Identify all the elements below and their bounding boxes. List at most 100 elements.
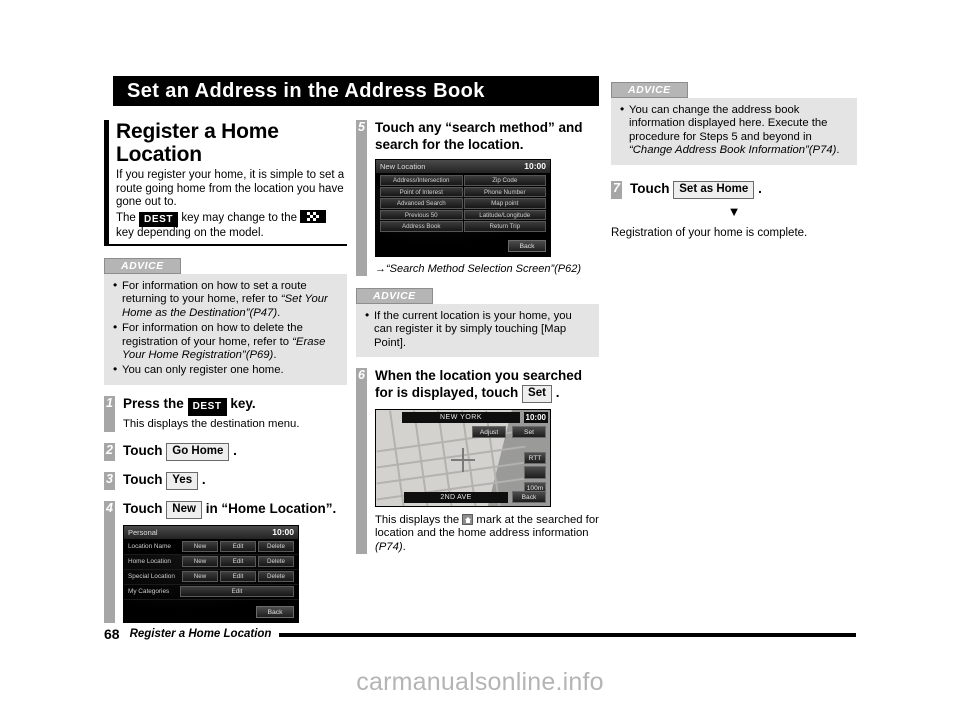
menu-button-previous-50[interactable]: Previous 50 [380,209,463,220]
advice-body: You can change the address book informat… [611,98,857,165]
step-title: When the location you searched for is di… [375,368,599,403]
step-bar [356,368,367,554]
menu-button-zip-code[interactable]: Zip Code [463,175,546,186]
result-text-post: . [402,540,406,553]
advice-item: You can only register one home. [112,363,339,377]
list-item[interactable]: My Categories Edit [124,585,298,600]
page-footer: 68 Register a Home Location [104,624,856,644]
advice-item: You can change the address book informat… [619,103,849,158]
advice-ref: “Change Address Book Information”(P74) [629,144,837,157]
watermark: carmanualsonline.info [356,668,604,696]
home-mark-icon [462,513,474,525]
step-5: 5 Touch any “search method” and search f… [356,120,599,276]
back-button[interactable]: Back [512,490,546,503]
back-button[interactable]: Back [508,240,546,252]
list-item[interactable]: Location Name New Edit Delete [124,540,298,555]
row-label: Home Location [128,558,171,566]
menu-button-map-point[interactable]: Map point [463,198,546,209]
menu-button-address-intersection[interactable]: Address/Intersection [380,175,463,186]
row-edit-button[interactable]: Edit [180,586,294,597]
advice-box-middle: ADVICE If the current location is your h… [356,286,599,358]
new-button[interactable]: New [166,500,202,519]
map-cursor-crosshair [451,447,475,472]
menu-button-address-book[interactable]: Address Book [380,221,463,232]
advice-text-end: . [277,306,281,319]
step-number: 6 [358,368,365,383]
new-location-screenshot: New Location 10:00 Address/Intersection … [375,159,551,257]
menu-button-latitude-longitude[interactable]: Latitude/Longitude [463,209,546,220]
step-subtext: This displays the destination menu. [123,418,300,431]
row-new-button[interactable]: New [182,541,218,552]
intro-mid-text: key may change to the [181,211,298,224]
step-text-post: . [201,471,206,487]
screen-title: Personal [128,527,158,537]
step-1: 1 Press the DEST key. This displays the … [104,395,347,432]
set-button[interactable]: Set [522,384,552,403]
row-new-button[interactable]: New [182,556,218,567]
step-text-pre: Touch [123,500,163,516]
left-column: Register a Home Location If you register… [104,120,347,623]
result-ref: (P74) [375,540,403,553]
advice-body: If the current location is your home, yo… [356,304,599,358]
list-item[interactable]: Home Location New Edit Delete [124,555,298,570]
set-as-home-button[interactable]: Set as Home [673,180,755,199]
flow-arrow-icon: ▼ [727,203,741,219]
advice-item: For information on how to set a route re… [112,279,339,320]
row-edit-button[interactable]: Edit [220,571,256,582]
row-delete-button[interactable]: Delete [258,541,294,552]
section-heading-text: Register a Home Location [116,120,279,166]
intro-tail-text: key depending on the model. [116,227,264,240]
step-text-post: . [233,442,237,458]
menu-button-return-trip[interactable]: Return Trip [463,221,546,232]
advice-tab-label: ADVICE [611,82,688,98]
middle-column: 5 Touch any “search method” and search f… [356,120,599,554]
step-text-pre: Touch [630,180,670,196]
page-title: Set an Address in the Address Book [113,76,599,106]
dest-key-chip[interactable]: DEST [187,397,227,417]
step-title: Touch Set as Home . [630,180,857,199]
advice-box-left: ADVICE For information on how to set a r… [104,256,347,385]
menu-button-point-of-interest[interactable]: Point of Interest [380,186,463,197]
advice-tab-label: ADVICE [356,288,433,304]
advice-text: For information on how to set a route re… [122,279,307,306]
go-home-button[interactable]: Go Home [166,442,230,461]
menu-button-advanced-search[interactable]: Advanced Search [380,198,463,209]
footer-rule [279,633,856,637]
step-number: 3 [106,471,113,486]
step-text-pre: Touch [123,442,163,458]
step-number: 1 [106,395,113,410]
row-edit-button[interactable]: Edit [220,556,256,567]
step-3: 3 Touch Yes . [104,471,347,490]
rtt-button[interactable]: RTT [524,451,546,464]
row-delete-button[interactable]: Delete [258,571,294,582]
step-2: 2 Touch Go Home . [104,442,347,461]
dest-key-chip: DEST [139,211,179,228]
step-result-text: This displays the mark at the searched f… [375,513,599,554]
row-edit-button[interactable]: Edit [220,541,256,552]
intro-the-word: The [116,211,136,224]
page-number: 68 [104,626,120,642]
yes-button[interactable]: Yes [166,471,199,490]
step-text-pre: Touch [123,471,163,487]
back-button[interactable]: Back [256,605,294,618]
row-delete-button[interactable]: Delete [258,556,294,567]
personal-screen-screenshot: Personal 10:00 Location Name New Edit De… [123,524,299,623]
map-set-screenshot: NEW YORK 10:00 Adjust Set RTT 100m 2ND A… [375,408,551,507]
menu-button-phone-number[interactable]: Phone Number [463,186,546,197]
map-street-label: 2ND AVE [404,491,508,503]
map-city-label: NEW YORK [402,411,520,423]
step-4: 4 Touch New in “Home Location”. Personal… [104,500,347,623]
set-button[interactable]: Set [512,425,546,438]
checkered-flag-key-icon [300,209,327,223]
manual-page: Set an Address in the Address Book Regis… [0,0,960,708]
step-bar [104,500,115,623]
row-label: Location Name [128,543,171,551]
step-number: 2 [106,442,113,457]
screen-clock: 10:00 [524,161,546,171]
adjust-button[interactable]: Adjust [472,425,506,438]
map-orientation-button[interactable] [524,465,546,479]
screen-reference: →“Search Method Selection Screen”(P62) [375,263,582,275]
row-new-button[interactable]: New [182,571,218,582]
screen-clock: 10:00 [272,526,294,537]
list-item[interactable]: Special Location New Edit Delete [124,570,298,585]
